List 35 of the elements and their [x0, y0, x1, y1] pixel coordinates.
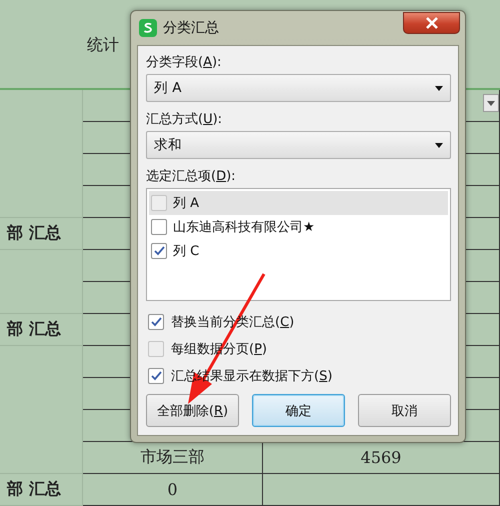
dialog-title: 分类汇总 — [163, 19, 220, 37]
item-label: 山东迪高科技有限公司★ — [173, 219, 315, 236]
app-logo-icon — [139, 19, 157, 37]
checkbox[interactable] — [148, 340, 164, 356]
checkmark-icon — [154, 246, 164, 256]
field-label: 汇总方式(U): — [146, 112, 224, 128]
filter-dropdown-button[interactable] — [483, 94, 499, 112]
group-label: 部 汇总 — [7, 223, 61, 244]
checkbox[interactable] — [151, 243, 167, 259]
checkbox[interactable] — [148, 368, 164, 384]
dropdown[interactable]: 列 A — [146, 74, 451, 102]
column-header: 统计 — [87, 35, 119, 56]
caret-icon — [435, 142, 443, 148]
checkbox[interactable] — [151, 219, 167, 235]
item-label: 列 C — [173, 243, 200, 260]
option-label: 替换当前分类汇总(C) — [171, 314, 294, 330]
item-label: 列 A — [173, 195, 200, 212]
close-button[interactable] — [403, 12, 460, 34]
checkmark-icon — [150, 370, 162, 380]
checkbox[interactable] — [151, 195, 167, 211]
list-item[interactable]: 列 A — [149, 191, 448, 215]
dialog-button[interactable]: 确定 — [252, 394, 345, 427]
caret-icon — [487, 100, 495, 106]
caret-icon — [435, 86, 443, 90]
close-icon — [424, 17, 438, 29]
group-label: 部 汇总 — [7, 319, 61, 340]
checkbox[interactable] — [148, 314, 164, 330]
table-cell: 0 — [83, 474, 263, 506]
dialog-button[interactable]: 全部删除(R) — [146, 394, 239, 427]
checkmark-icon — [150, 316, 162, 326]
field-label: 分类字段(A): — [146, 55, 222, 71]
dialog-button[interactable]: 取消 — [358, 394, 451, 427]
group-label: 部 汇总 — [7, 479, 61, 500]
field-label: 选定汇总项(D): — [146, 169, 237, 185]
dropdown[interactable]: 求和 — [146, 131, 451, 159]
